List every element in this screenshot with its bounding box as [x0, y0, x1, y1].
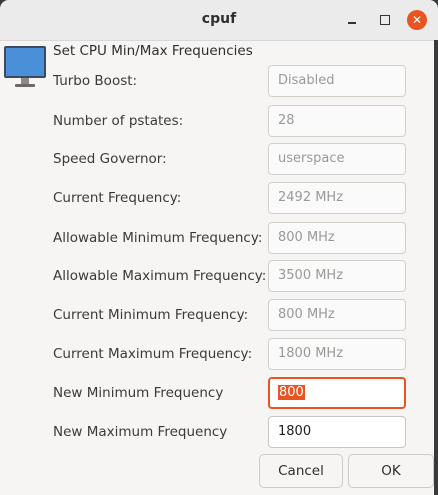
new-min-value: 800: [278, 385, 305, 400]
current-max-field: 1800 MHz: [268, 338, 406, 370]
turbo-boost-field: Disabled: [268, 65, 406, 97]
new-min-input[interactable]: 800: [268, 377, 406, 409]
turbo-boost-label: Turbo Boost:: [53, 73, 138, 89]
allowable-min-field: 800 MHz: [268, 222, 406, 254]
window-title: cpuf: [201, 11, 237, 27]
new-min-label: New Minimum Frequency: [53, 385, 224, 401]
pstates-field: 28: [268, 105, 406, 137]
governor-label: Speed Governor:: [53, 151, 167, 167]
cancel-button[interactable]: Cancel: [259, 454, 343, 488]
allowable-min-label: Allowable Minimum Frequency:: [53, 230, 263, 246]
dialog-heading: Set CPU Min/Max Frequencies: [53, 43, 253, 59]
allowable-max-field: 3500 MHz: [268, 260, 406, 292]
minimize-icon[interactable]: [342, 10, 362, 30]
close-icon[interactable]: ✕: [407, 10, 427, 30]
allowable-max-label: Allowable Maximum Frequency:: [53, 268, 267, 284]
window-edge: [434, 40, 438, 495]
current-frequency-label: Current Frequency:: [53, 190, 182, 206]
current-min-label: Current Minimum Frequency:: [53, 307, 249, 323]
ok-button[interactable]: OK: [348, 454, 434, 488]
current-min-field: 800 MHz: [268, 299, 406, 331]
title-bar[interactable]: cpuf ✕: [0, 0, 438, 41]
current-frequency-field: 2492 MHz: [268, 182, 406, 214]
monitor-icon: [4, 46, 46, 87]
current-max-label: Current Maximum Frequency:: [53, 346, 253, 362]
cpuf-dialog: cpuf ✕ Set CPU Min/Max Frequencies Turbo…: [0, 0, 438, 495]
new-max-label: New Maximum Frequency: [53, 424, 228, 440]
governor-field: userspace: [268, 143, 406, 175]
maximize-icon[interactable]: [375, 10, 395, 30]
new-max-input[interactable]: 1800: [268, 416, 406, 448]
pstates-label: Number of pstates:: [53, 113, 184, 129]
